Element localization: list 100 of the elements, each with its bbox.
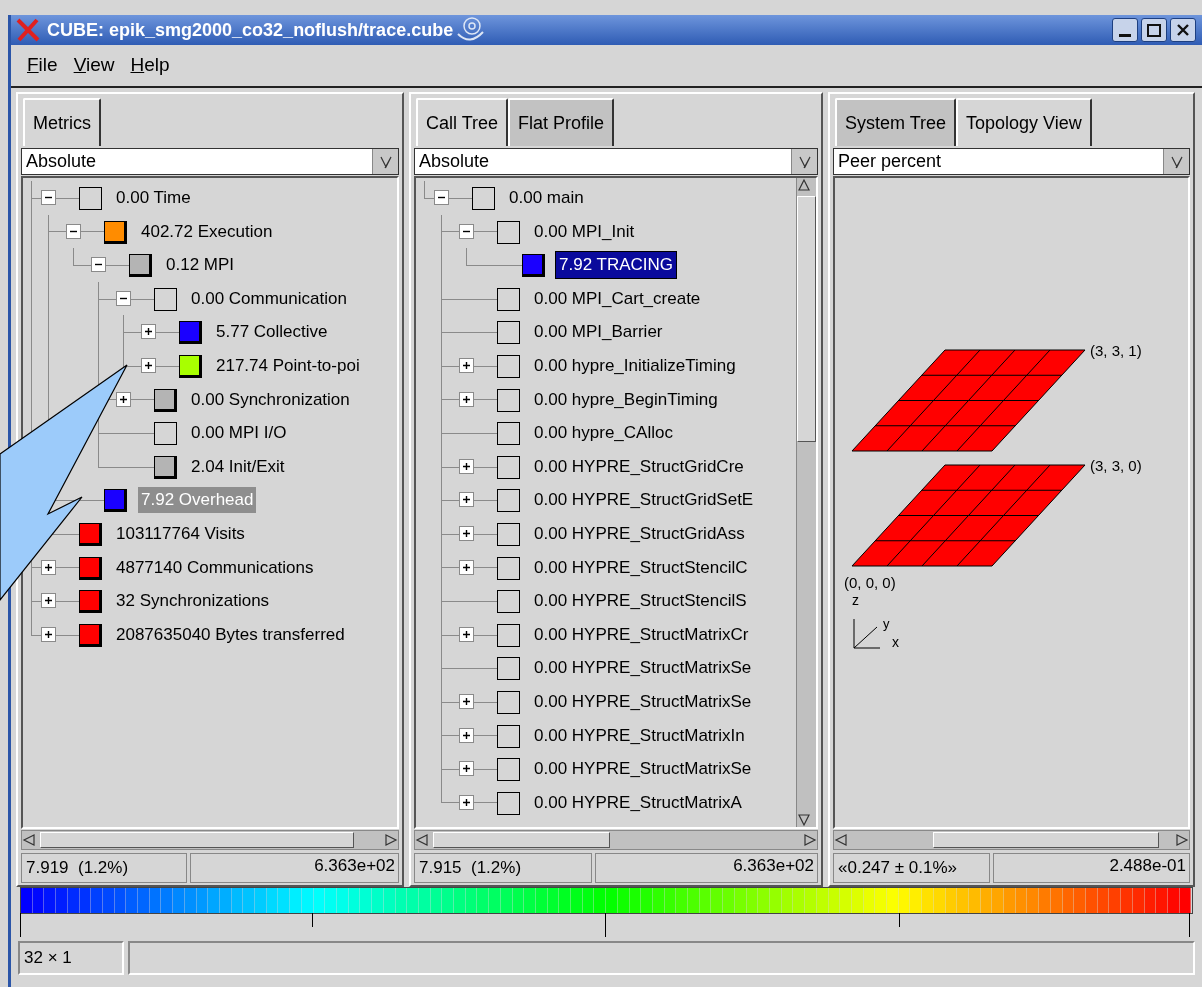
empty-swatch bbox=[472, 187, 495, 210]
dimensions-field: 32 × 1 bbox=[18, 941, 124, 975]
expand-icon[interactable] bbox=[41, 559, 56, 575]
menu-item[interactable]: View bbox=[67, 51, 121, 80]
tree-item[interactable]: 0.00 HYPRE_StructMatrixA bbox=[531, 789, 745, 816]
empty-swatch bbox=[497, 455, 520, 479]
horizontal-scrollbar[interactable] bbox=[21, 830, 399, 850]
tree-item[interactable]: 0.00 Synchronization bbox=[188, 386, 353, 413]
empty-swatch bbox=[79, 187, 102, 210]
close-button[interactable] bbox=[1170, 18, 1196, 42]
tree-item[interactable]: 0.00 MPI_Cart_create bbox=[531, 285, 704, 312]
tree-item[interactable]: 7.92 TRACING bbox=[556, 252, 676, 279]
expand-icon[interactable] bbox=[459, 626, 474, 642]
expand-icon[interactable] bbox=[459, 559, 474, 575]
empty-swatch bbox=[497, 791, 520, 815]
empty-swatch bbox=[497, 321, 520, 345]
expand-icon[interactable] bbox=[141, 357, 156, 373]
tab[interactable]: Flat Profile bbox=[508, 98, 615, 146]
horizontal-scrollbar[interactable] bbox=[414, 830, 818, 850]
menu-item[interactable]: Help bbox=[124, 51, 176, 80]
status-field: 7.915 (1.2%) bbox=[414, 853, 592, 883]
x-logo-icon bbox=[15, 18, 41, 42]
tree-item[interactable]: 402.72 Execution bbox=[138, 218, 276, 245]
tree-item[interactable]: 0.00 MPI I/O bbox=[188, 420, 290, 447]
expand-icon[interactable] bbox=[141, 324, 156, 340]
empty-swatch bbox=[497, 758, 520, 782]
tree-item[interactable]: 0.00 HYPRE_StructGridSetE bbox=[531, 487, 757, 514]
tree-item[interactable]: 0.00 HYPRE_StructStencilC bbox=[531, 554, 751, 581]
collapse-icon[interactable] bbox=[91, 257, 106, 273]
horizontal-scrollbar[interactable] bbox=[833, 830, 1190, 850]
tree-item[interactable]: 2.04 Init/Exit bbox=[188, 453, 288, 480]
swirl-icon bbox=[455, 16, 486, 44]
collapse-icon[interactable] bbox=[116, 290, 131, 306]
tree-item[interactable]: 2087635040 Bytes transferred bbox=[113, 621, 348, 648]
expand-icon[interactable] bbox=[459, 794, 474, 810]
tree-item[interactable]: 0.00 hypre_InitializeTiming bbox=[531, 352, 739, 379]
scroll-left-icon bbox=[415, 833, 429, 847]
expand-icon[interactable] bbox=[459, 391, 474, 407]
expand-icon[interactable] bbox=[459, 492, 474, 508]
collapse-icon[interactable] bbox=[41, 190, 56, 205]
tree-item[interactable]: 0.00 HYPRE_StructMatrixIn bbox=[531, 722, 748, 749]
tab[interactable]: Topology View bbox=[956, 98, 1092, 146]
vertical-scrollbar[interactable] bbox=[796, 178, 816, 827]
expand-icon[interactable] bbox=[459, 693, 474, 709]
tree-item[interactable]: 5.77 Collective bbox=[213, 319, 331, 346]
empty-swatch bbox=[154, 287, 177, 311]
expand-icon[interactable] bbox=[41, 626, 56, 642]
scroll-left-icon bbox=[834, 833, 848, 847]
minimize-button[interactable] bbox=[1112, 18, 1138, 42]
tree-item[interactable]: 0.00 HYPRE_StructMatrixSe bbox=[531, 756, 755, 783]
tree-item[interactable]: 0.00 HYPRE_StructGridAss bbox=[531, 520, 748, 547]
empty-swatch bbox=[497, 590, 520, 614]
tree-item[interactable]: 0.12 MPI bbox=[163, 252, 238, 279]
empty-swatch bbox=[497, 220, 520, 244]
tree-item[interactable]: 0.00 HYPRE_StructMatrixCr bbox=[531, 621, 752, 648]
tree-item[interactable]: 0.00 hypre_BeginTiming bbox=[531, 386, 721, 413]
collapse-icon[interactable] bbox=[434, 190, 449, 205]
collapse-icon[interactable] bbox=[66, 223, 81, 239]
tree-item[interactable]: 0.00 HYPRE_StructStencilS bbox=[531, 588, 750, 615]
tree-item[interactable]: 0.00 HYPRE_StructGridCre bbox=[531, 453, 747, 480]
expand-icon[interactable] bbox=[459, 727, 474, 743]
expand-icon[interactable] bbox=[116, 391, 131, 407]
tree-item[interactable]: 0.00 hypre_CAlloc bbox=[531, 420, 676, 447]
maximize-icon bbox=[1147, 23, 1161, 37]
expand-icon[interactable] bbox=[459, 761, 474, 777]
menu-item[interactable]: File bbox=[21, 51, 64, 80]
tree-item[interactable]: 0.00 HYPRE_StructMatrixSe bbox=[531, 655, 755, 682]
expand-icon[interactable] bbox=[459, 525, 474, 541]
status-field: 2.488e-01 bbox=[993, 853, 1190, 883]
maximize-button[interactable] bbox=[1141, 18, 1167, 42]
tree-item[interactable]: 32 Synchronizations bbox=[113, 588, 273, 615]
tree-item[interactable]: 4877140 Communications bbox=[113, 554, 317, 581]
tab[interactable]: System Tree bbox=[835, 98, 957, 146]
tree-item[interactable]: 0.00 MPI_Barrier bbox=[531, 319, 666, 346]
tree-item[interactable]: 103117764 Visits bbox=[113, 520, 248, 547]
expand-icon[interactable] bbox=[459, 357, 474, 373]
empty-swatch bbox=[154, 422, 177, 446]
dropdown[interactable]: Absolute bbox=[21, 148, 399, 175]
plane-label: (3, 3, 1) bbox=[1090, 341, 1142, 361]
dropdown[interactable]: Absolute bbox=[414, 148, 818, 175]
axis-label: z bbox=[852, 591, 859, 610]
empty-swatch bbox=[497, 724, 520, 748]
tree-item[interactable]: 0.00 Communication bbox=[188, 285, 350, 312]
tree-item[interactable]: 0.00 main bbox=[506, 185, 587, 211]
collapse-icon[interactable] bbox=[459, 223, 474, 239]
expand-icon[interactable] bbox=[459, 458, 474, 474]
axis-label: x bbox=[892, 633, 899, 652]
dropdown[interactable]: Peer percent bbox=[833, 148, 1190, 175]
plane-label: (3, 3, 0) bbox=[1090, 456, 1142, 476]
tree-item[interactable]: 0.00 MPI_Init bbox=[531, 218, 638, 245]
tree-item[interactable]: 217.74 Point-to-poi bbox=[213, 352, 363, 379]
empty-swatch bbox=[497, 522, 520, 546]
tab[interactable]: Call Tree bbox=[416, 98, 509, 146]
tab[interactable]: Metrics bbox=[23, 98, 101, 146]
dropdown-arrow-icon bbox=[1169, 154, 1184, 169]
empty-swatch bbox=[497, 287, 520, 311]
tree-item[interactable]: 0.00 HYPRE_StructMatrixSe bbox=[531, 688, 755, 715]
expand-icon[interactable] bbox=[41, 593, 56, 609]
scroll-up-icon bbox=[797, 178, 811, 192]
tree-item[interactable]: 0.00 Time bbox=[113, 185, 194, 211]
